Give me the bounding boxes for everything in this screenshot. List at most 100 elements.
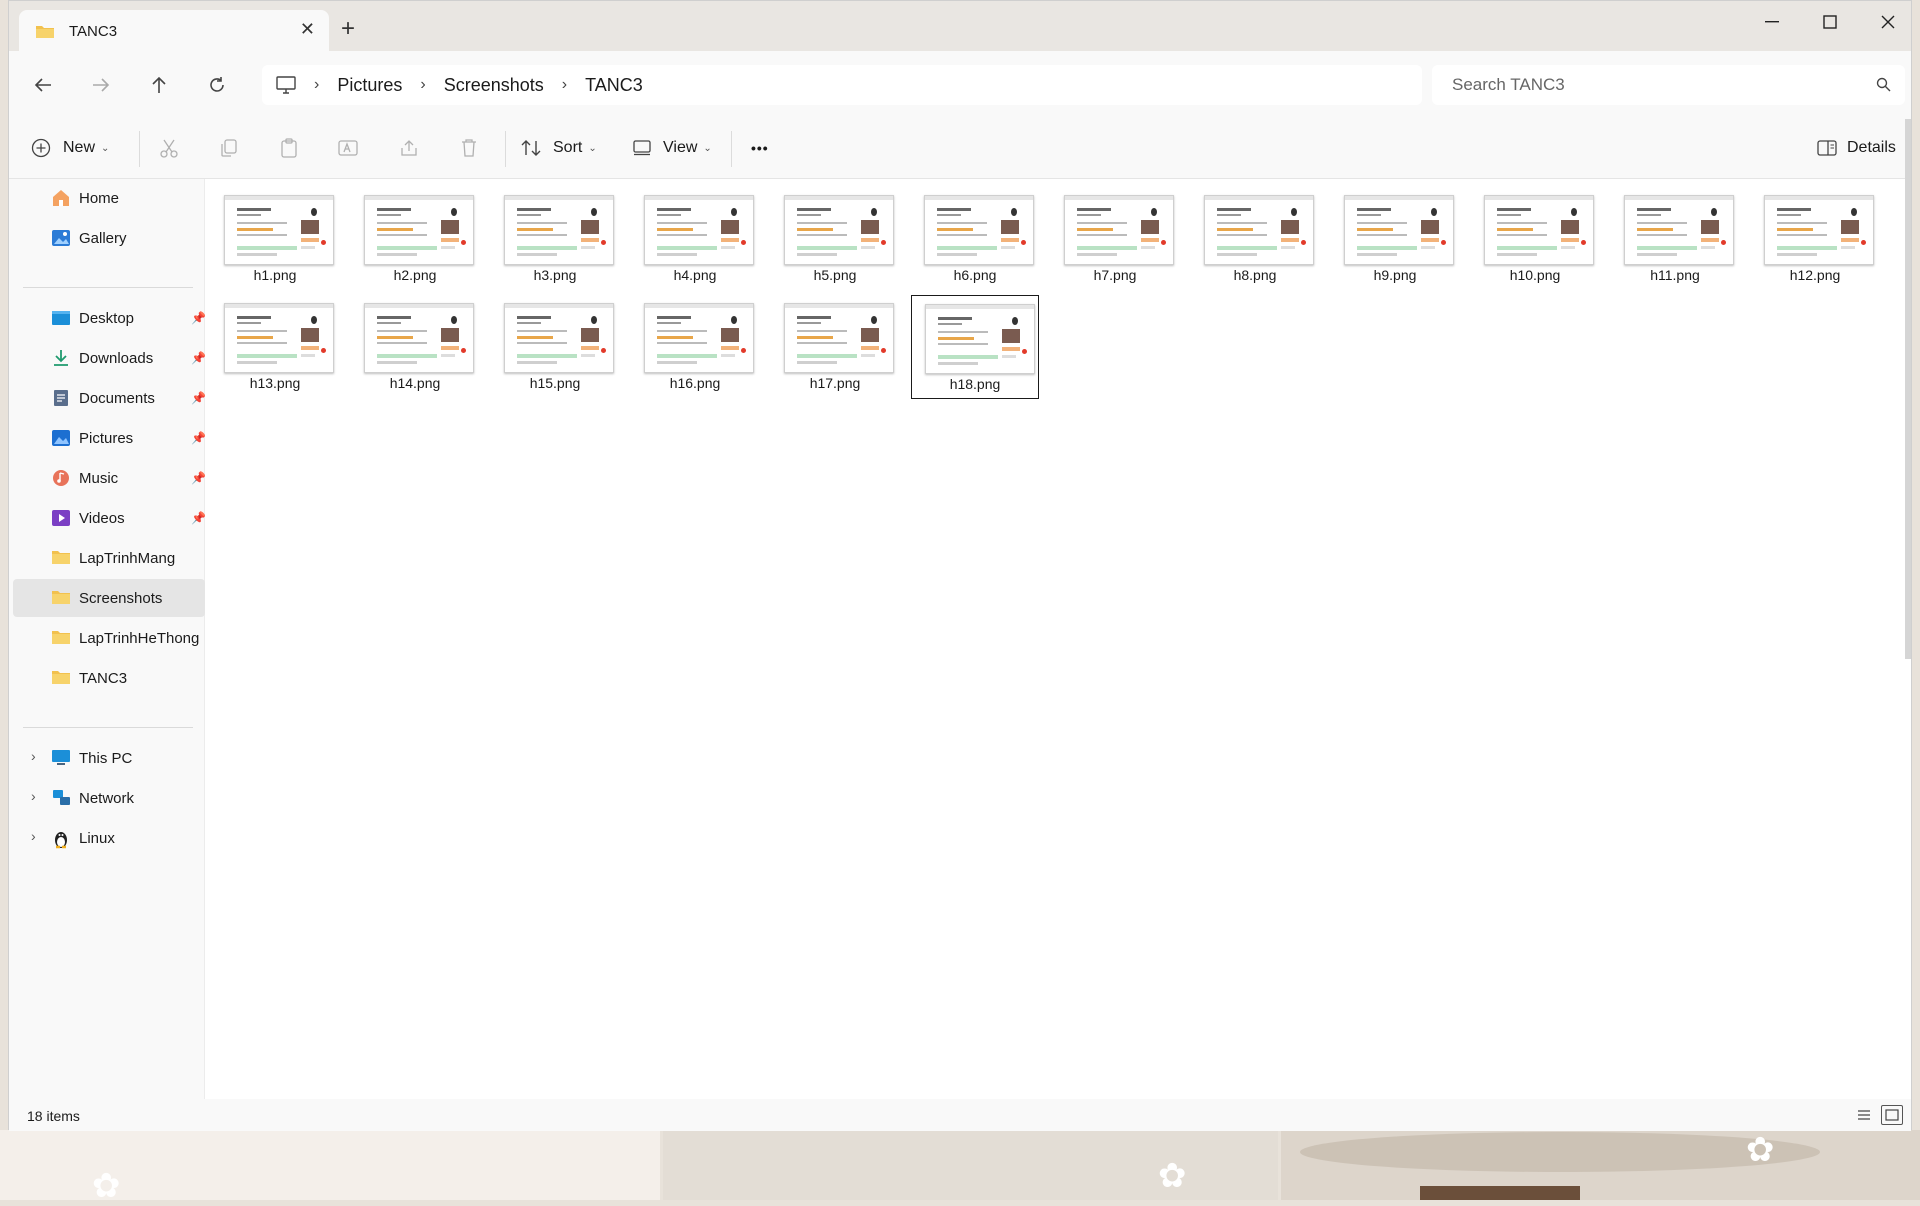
forward-button[interactable]: [85, 69, 117, 101]
image-thumbnail: [364, 303, 474, 373]
navigation-bar: › Pictures › Screenshots › TANC3: [9, 51, 1911, 119]
rename-icon[interactable]: [335, 134, 363, 162]
file-item[interactable]: h15.png: [491, 295, 619, 399]
sidebar-item-music[interactable]: Music 📌: [13, 459, 206, 497]
title-bar: TANC3 ✕ +: [9, 1, 1911, 52]
file-item[interactable]: h9.png: [1331, 187, 1459, 291]
chevron-right-icon[interactable]: ›: [31, 828, 36, 844]
file-item[interactable]: h4.png: [631, 187, 759, 291]
linux-icon: [51, 829, 69, 849]
flower-icon: ✿: [92, 1167, 121, 1205]
file-item[interactable]: h10.png: [1471, 187, 1599, 291]
chevron-right-icon[interactable]: ›: [31, 788, 36, 804]
up-button[interactable]: [143, 69, 175, 101]
folder-icon: [35, 23, 55, 39]
sidebar-item-desktop[interactable]: Desktop 📌: [13, 299, 206, 337]
new-tab-button[interactable]: +: [341, 15, 355, 43]
sidebar-item-network[interactable]: › Network: [13, 779, 205, 817]
file-item[interactable]: h17.png: [771, 295, 899, 399]
details-view-icon[interactable]: [1853, 1105, 1875, 1125]
image-thumbnail: [504, 195, 614, 265]
image-thumbnail: [924, 195, 1034, 265]
tab-title: TANC3: [69, 22, 118, 40]
details-button[interactable]: Details: [1817, 131, 1896, 165]
pin-icon[interactable]: 📌: [191, 351, 206, 365]
sidebar-item-label: Desktop: [79, 309, 135, 327]
file-item[interactable]: h6.png: [911, 187, 1039, 291]
delete-icon[interactable]: [455, 134, 483, 162]
file-name: h15.png: [529, 375, 581, 391]
large-icons-view-icon[interactable]: [1881, 1105, 1903, 1125]
scrollbar[interactable]: [1905, 119, 1911, 659]
file-item[interactable]: h18.png: [911, 295, 1039, 399]
file-item[interactable]: h12.png: [1751, 187, 1879, 291]
wallpaper-brush: [1300, 1132, 1820, 1172]
close-tab-icon[interactable]: ✕: [300, 19, 315, 40]
file-item[interactable]: h2.png: [351, 187, 479, 291]
file-item[interactable]: h1.png: [211, 187, 339, 291]
network-icon: [51, 789, 70, 807]
sidebar-item-downloads[interactable]: Downloads 📌: [13, 339, 206, 377]
sidebar-item-linux[interactable]: › Linux: [13, 819, 205, 857]
sidebar-item-label: Downloads: [79, 349, 154, 367]
sidebar-item-this-pc[interactable]: › This PC: [13, 739, 205, 777]
pin-icon[interactable]: 📌: [191, 391, 206, 405]
file-name: h6.png: [953, 267, 997, 283]
file-item[interactable]: h5.png: [771, 187, 899, 291]
share-icon[interactable]: [395, 134, 423, 162]
maximize-button[interactable]: [1807, 7, 1853, 37]
breadcrumb-screenshots[interactable]: Screenshots: [444, 75, 544, 96]
search-input[interactable]: [1450, 74, 1854, 96]
file-item[interactable]: h13.png: [211, 295, 339, 399]
minimize-button[interactable]: [1749, 7, 1795, 37]
sidebar-item-pictures[interactable]: Pictures 📌: [13, 419, 206, 457]
tab-tanc3[interactable]: TANC3 ✕: [19, 10, 329, 52]
videos-icon: [51, 509, 70, 527]
cut-icon[interactable]: [155, 134, 183, 162]
sidebar-item-home[interactable]: Home: [13, 179, 205, 217]
file-item[interactable]: h11.png: [1611, 187, 1739, 291]
view-button[interactable]: View ⌄: [633, 131, 712, 165]
copy-icon[interactable]: [215, 134, 243, 162]
new-button[interactable]: New ⌄: [31, 131, 109, 165]
pc-icon: [51, 749, 70, 767]
paste-icon[interactable]: [275, 134, 303, 162]
pin-icon[interactable]: 📌: [191, 471, 206, 485]
chevron-right-icon[interactable]: ›: [31, 748, 36, 764]
image-thumbnail: [1064, 195, 1174, 265]
sidebar-item-laptrinhhethong[interactable]: LapTrinhHeThong: [13, 619, 205, 657]
sidebar-item-screenshots[interactable]: Screenshots: [13, 579, 205, 617]
sidebar-item-laptrinhmang[interactable]: LapTrinhMang: [13, 539, 205, 577]
flower-icon: ✿: [1746, 1131, 1775, 1169]
breadcrumb-pictures[interactable]: Pictures: [337, 75, 402, 96]
close-window-button[interactable]: [1865, 7, 1911, 37]
file-item[interactable]: h3.png: [491, 187, 619, 291]
command-bar: New ⌄ Sort ⌄ View ⌄ ••• Details: [9, 119, 1911, 179]
pin-icon[interactable]: 📌: [191, 511, 206, 525]
file-item[interactable]: h7.png: [1051, 187, 1179, 291]
more-options-button[interactable]: •••: [751, 131, 769, 165]
address-bar[interactable]: › Pictures › Screenshots › TANC3: [262, 65, 1422, 105]
view-icon: [633, 140, 651, 156]
back-button[interactable]: [27, 69, 59, 101]
file-item[interactable]: h8.png: [1191, 187, 1319, 291]
file-item[interactable]: h14.png: [351, 295, 479, 399]
file-name: h14.png: [389, 375, 441, 391]
file-item[interactable]: h16.png: [631, 295, 759, 399]
pin-icon[interactable]: 📌: [191, 431, 206, 445]
refresh-button[interactable]: [201, 69, 233, 101]
search-icon[interactable]: [1876, 77, 1891, 92]
home-icon: [51, 189, 69, 207]
breadcrumb-tanc3[interactable]: TANC3: [585, 75, 643, 96]
sort-button[interactable]: Sort ⌄: [521, 131, 597, 165]
file-name: h5.png: [813, 267, 857, 283]
pin-icon[interactable]: 📌: [191, 311, 206, 325]
image-thumbnail: [364, 195, 474, 265]
sidebar-item-documents[interactable]: Documents 📌: [13, 379, 206, 417]
sidebar-item-tanc3[interactable]: TANC3: [13, 659, 205, 697]
desktop-icon: [51, 309, 70, 327]
file-name: h13.png: [249, 375, 301, 391]
image-thumbnail: [1484, 195, 1594, 265]
sidebar-item-gallery[interactable]: Gallery: [13, 219, 205, 257]
sidebar-item-videos[interactable]: Videos 📌: [13, 499, 206, 537]
